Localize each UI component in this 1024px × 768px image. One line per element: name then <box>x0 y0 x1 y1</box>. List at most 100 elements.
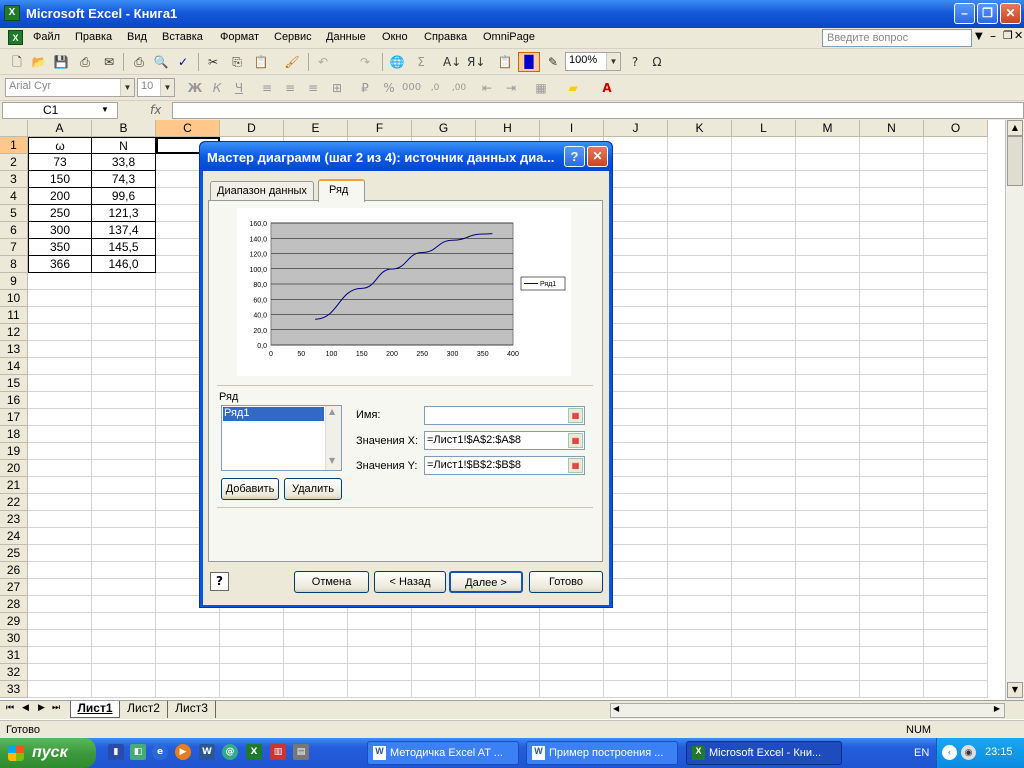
cell-G33[interactable] <box>412 681 476 698</box>
cell-D32[interactable] <box>220 664 284 681</box>
cell-K30[interactable] <box>668 630 732 647</box>
cell-L5[interactable] <box>732 205 796 222</box>
prev-sheet-icon[interactable]: ◀ <box>22 703 29 713</box>
cell-O4[interactable] <box>924 188 988 205</box>
cell-L32[interactable] <box>732 664 796 681</box>
cell-B32[interactable] <box>92 664 156 681</box>
cell-M4[interactable] <box>796 188 860 205</box>
cell-B33[interactable] <box>92 681 156 698</box>
cell-K18[interactable] <box>668 426 732 443</box>
row-header-27[interactable]: 27 <box>0 579 28 596</box>
cell-I29[interactable] <box>540 613 604 630</box>
cell-J2[interactable] <box>604 154 668 171</box>
cell-F33[interactable] <box>348 681 412 698</box>
cell-A1[interactable]: ω <box>28 137 92 154</box>
cell-M16[interactable] <box>796 392 860 409</box>
cell-L20[interactable] <box>732 460 796 477</box>
column-header-K[interactable]: K <box>668 120 732 137</box>
cell-M10[interactable] <box>796 290 860 307</box>
cell-O9[interactable] <box>924 273 988 290</box>
cell-D33[interactable] <box>220 681 284 698</box>
vertical-scrollbar[interactable]: ▲ ▼ <box>1005 120 1024 700</box>
cell-K8[interactable] <box>668 256 732 273</box>
cell-L9[interactable] <box>732 273 796 290</box>
cell-N4[interactable] <box>860 188 924 205</box>
cell-N31[interactable] <box>860 647 924 664</box>
cell-B30[interactable] <box>92 630 156 647</box>
cell-B27[interactable] <box>92 579 156 596</box>
zoom-select[interactable]: 100% ▼ <box>565 52 621 71</box>
first-sheet-icon[interactable]: ⏮ <box>6 703 14 713</box>
minimize-button[interactable]: – <box>954 3 975 24</box>
row-header-25[interactable]: 25 <box>0 545 28 562</box>
increase-decimal-icon[interactable]: ,0 <box>426 79 444 97</box>
cell-N2[interactable] <box>860 154 924 171</box>
row-header-29[interactable]: 29 <box>0 613 28 630</box>
row-header-1[interactable]: 1 <box>0 137 28 154</box>
cell-M33[interactable] <box>796 681 860 698</box>
cell-G30[interactable] <box>412 630 476 647</box>
cell-K20[interactable] <box>668 460 732 477</box>
cell-M1[interactable] <box>796 137 860 154</box>
column-header-O[interactable]: O <box>924 120 988 137</box>
cell-L25[interactable] <box>732 545 796 562</box>
cell-M17[interactable] <box>796 409 860 426</box>
scroll-left-icon[interactable]: ◀ <box>613 704 619 713</box>
cell-M12[interactable] <box>796 324 860 341</box>
sheet-tab-2[interactable]: Лист2 <box>120 701 168 718</box>
decrease-decimal-icon[interactable]: ,00 <box>450 79 468 97</box>
row-header-19[interactable]: 19 <box>0 443 28 460</box>
row-header-13[interactable]: 13 <box>0 341 28 358</box>
cell-J17[interactable] <box>604 409 668 426</box>
cell-J3[interactable] <box>604 171 668 188</box>
cell-K17[interactable] <box>668 409 732 426</box>
cell-K23[interactable] <box>668 511 732 528</box>
task-word-doc2[interactable]: W Пример построения ... <box>526 741 678 765</box>
cell-M27[interactable] <box>796 579 860 596</box>
menu-data[interactable]: Данные <box>326 31 366 43</box>
cell-B4[interactable]: 99,6 <box>92 188 156 205</box>
cell-K26[interactable] <box>668 562 732 579</box>
row-header-11[interactable]: 11 <box>0 307 28 324</box>
cell-F31[interactable] <box>348 647 412 664</box>
media-player-icon[interactable]: ▶ <box>175 744 191 760</box>
column-header-E[interactable]: E <box>284 120 348 137</box>
sort-asc-icon[interactable]: A↓ <box>443 53 461 71</box>
cell-E31[interactable] <box>284 647 348 664</box>
close-button[interactable]: ✕ <box>1000 3 1021 24</box>
cell-O6[interactable] <box>924 222 988 239</box>
cell-K31[interactable] <box>668 647 732 664</box>
cell-G29[interactable] <box>412 613 476 630</box>
cell-A7[interactable]: 350 <box>28 239 92 256</box>
cell-K14[interactable] <box>668 358 732 375</box>
paste-clipboard-icon[interactable]: 📋 <box>496 53 514 71</box>
cell-N25[interactable] <box>860 545 924 562</box>
cell-N23[interactable] <box>860 511 924 528</box>
doc-restore-icon[interactable]: ❐ <box>1003 29 1013 42</box>
fill-color-icon[interactable]: ▰ <box>564 79 582 97</box>
cell-O31[interactable] <box>924 647 988 664</box>
cell-N15[interactable] <box>860 375 924 392</box>
quicklaunch-icon[interactable]: @ <box>222 744 238 760</box>
cell-N13[interactable] <box>860 341 924 358</box>
cell-M30[interactable] <box>796 630 860 647</box>
cell-O5[interactable] <box>924 205 988 222</box>
cell-M23[interactable] <box>796 511 860 528</box>
cell-B5[interactable]: 121,3 <box>92 205 156 222</box>
cell-M11[interactable] <box>796 307 860 324</box>
cell-L2[interactable] <box>732 154 796 171</box>
last-sheet-icon[interactable]: ⏭ <box>52 703 60 713</box>
cell-O26[interactable] <box>924 562 988 579</box>
tab-data-range[interactable]: Диапазон данных <box>210 181 314 201</box>
cell-J25[interactable] <box>604 545 668 562</box>
cell-O22[interactable] <box>924 494 988 511</box>
percent-icon[interactable]: % <box>380 79 398 97</box>
cell-A14[interactable] <box>28 358 92 375</box>
range-picker-icon[interactable]: ▦ <box>568 458 583 473</box>
cell-M14[interactable] <box>796 358 860 375</box>
delete-series-button[interactable]: Удалить <box>284 478 342 500</box>
cell-O19[interactable] <box>924 443 988 460</box>
finish-button[interactable]: Готово <box>529 571 603 593</box>
spelling-icon[interactable]: ✓ <box>174 53 192 71</box>
cell-M28[interactable] <box>796 596 860 613</box>
